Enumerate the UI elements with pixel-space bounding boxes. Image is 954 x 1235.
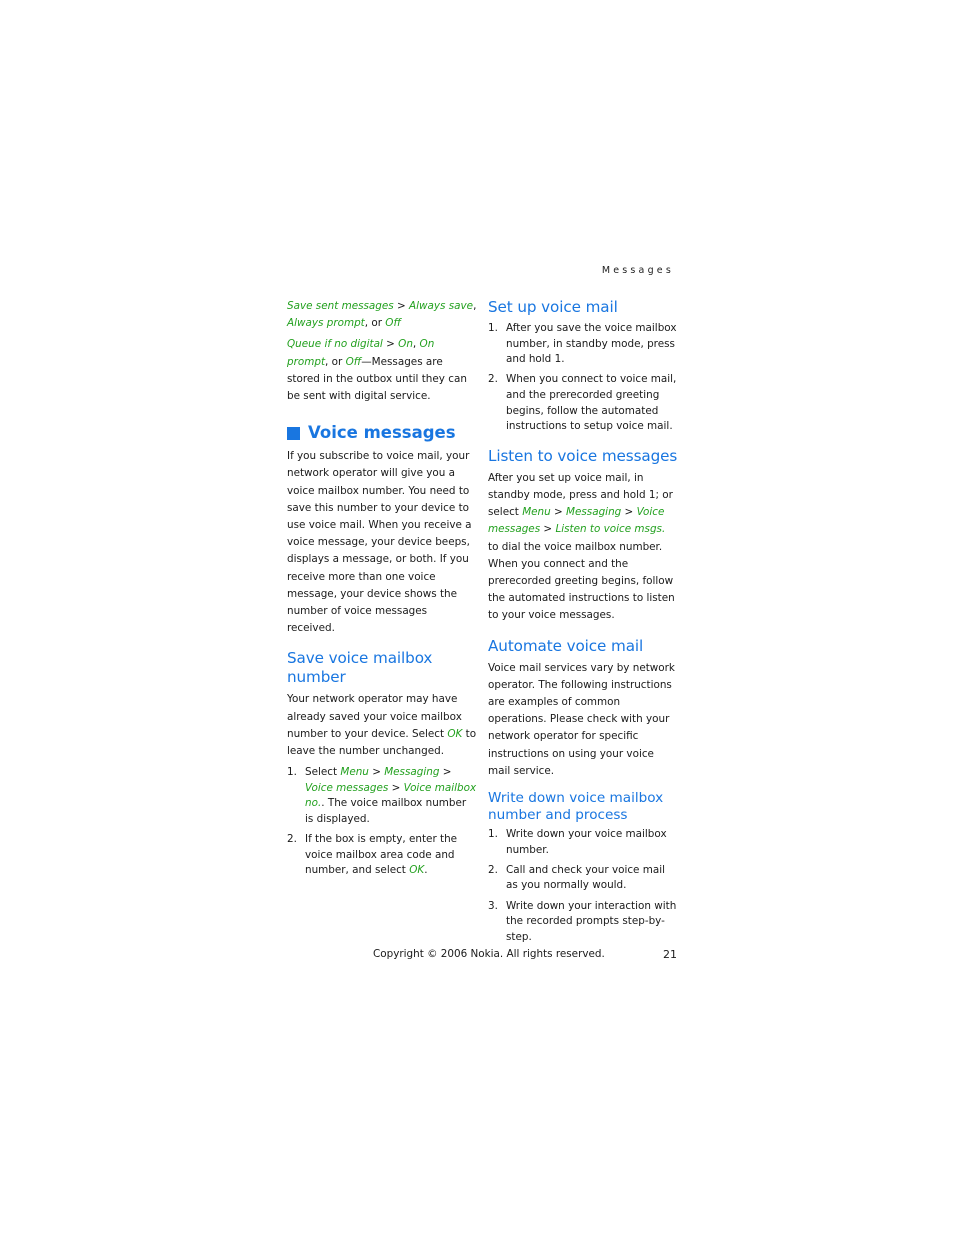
body-text: >	[621, 506, 637, 519]
voice-messages-body: If you subscribe to voice mail, your net…	[287, 450, 472, 635]
step-number: 1.	[287, 766, 297, 779]
menu-path-text: Save sent messages	[287, 300, 394, 312]
body-text: . The voice mailbox number is displayed.	[305, 797, 467, 826]
setting-save-sent: Save sent messages > Always save, Always…	[287, 298, 477, 332]
body-text: >	[393, 300, 409, 312]
list-item: 2. When you connect to voice mail, and th…	[488, 372, 678, 434]
body-text: .	[424, 864, 428, 877]
heading-listen: Listen to voice messages	[488, 446, 678, 465]
body-text: If the box is empty, enter the voice mai…	[305, 833, 458, 877]
heading-write-down: Write down voice mailbox number and proc…	[488, 790, 664, 823]
body-text: to dial the voice mailbox number. When y…	[488, 540, 675, 622]
body-text: ,	[473, 300, 477, 312]
running-head: Messages	[601, 265, 674, 276]
step-number: 2.	[488, 863, 498, 876]
left-column: Save sent messages > Always save, Always…	[287, 298, 477, 884]
menu-path-text: Voice messages	[305, 781, 389, 794]
body-text: Select	[305, 766, 341, 779]
manual-page: Messages Save sent messages > Always sav…	[0, 0, 954, 1235]
menu-path-text: Listen to voice msgs.	[555, 523, 666, 536]
footer-copyright: Copyright © 2006 Nokia. All rights reser…	[373, 948, 605, 960]
automate-body: Voice mail services vary by network oper…	[488, 661, 675, 777]
heading-automate: Automate voice mail	[488, 636, 644, 655]
menu-path-text: Queue if no digital	[287, 338, 383, 351]
body-text: >	[550, 506, 567, 519]
list-item: 2. If the box is empty, enter the voice m…	[287, 832, 477, 879]
setup-steps: 1. After you save the voice mailbox numbe…	[488, 321, 678, 435]
menu-path-text: Off	[345, 355, 362, 368]
body-text: >	[540, 523, 556, 536]
menu-path-text: Messaging	[566, 506, 622, 519]
list-item: 1. Select Menu > Messaging > Voice messag…	[287, 765, 477, 827]
menu-path-text: Off	[385, 317, 401, 330]
step-text: When you connect to voice mail, and the …	[506, 373, 677, 433]
body-text: >	[388, 781, 404, 794]
section-title-voice-messages: Voice messages	[287, 422, 477, 444]
body-text: >	[382, 338, 399, 351]
save-mailbox-steps: 1. Select Menu > Messaging > Voice messag…	[287, 765, 477, 879]
step-number: 1.	[488, 828, 498, 840]
menu-path-text: Menu	[340, 766, 369, 779]
step-text: Select Menu > Messaging > Voice messages…	[305, 766, 476, 825]
save-mailbox-body: Your network operator may have already s…	[287, 691, 477, 760]
menu-path-text: Menu	[522, 506, 551, 519]
section-title-text: Voice messages	[308, 423, 456, 443]
setting-queue: Queue if no digital > On, On prompt, or …	[287, 336, 477, 405]
step-number: 3.	[488, 899, 498, 912]
list-item: 1. After you save the voice mailbox numbe…	[488, 321, 678, 368]
step-number: 1.	[488, 322, 498, 334]
step-number: 2.	[488, 373, 498, 386]
step-text: Call and check your voice mail as you no…	[506, 863, 666, 892]
menu-path-text: On	[398, 338, 413, 351]
step-text: If the box is empty, enter the voice mai…	[305, 833, 457, 876]
body-text: Your network operator may have already s…	[287, 693, 462, 740]
step-text: After you save the voice mailbox number,…	[506, 322, 677, 366]
body-text: >	[439, 766, 452, 779]
menu-path-text: Always save	[409, 300, 474, 312]
section-square-icon	[287, 426, 300, 440]
heading-save-mailbox: Save voice mailbox number	[287, 649, 433, 687]
page-number: 21	[663, 948, 677, 961]
body-text: , or	[325, 355, 346, 368]
step-text: Write down your voice mailbox number.	[506, 828, 667, 856]
menu-path-text: Messaging	[384, 766, 440, 779]
step-text: Write down your interaction with the rec…	[506, 899, 677, 943]
heading-setup-voice-mail: Set up voice mail	[488, 298, 618, 316]
listen-body: After you set up voice mail, in standby …	[488, 470, 678, 625]
menu-path-text: OK	[447, 727, 463, 740]
body-text: >	[368, 766, 385, 779]
menu-path-text: Always prompt	[287, 317, 365, 330]
body-text: , or	[364, 317, 386, 330]
write-down-steps: 1. Write down your voice mailbox number. …	[488, 827, 678, 945]
right-column: Set up voice mail 1. After you save the v…	[488, 298, 678, 950]
menu-path-text: OK	[409, 864, 425, 877]
list-item: 2. Call and check your voice mail as you …	[488, 863, 678, 894]
body-text: ,	[412, 338, 420, 351]
step-number: 2.	[287, 833, 297, 846]
list-item: 1. Write down your voice mailbox number.	[488, 827, 678, 858]
list-item: 3. Write down your interaction with the r…	[488, 899, 678, 946]
